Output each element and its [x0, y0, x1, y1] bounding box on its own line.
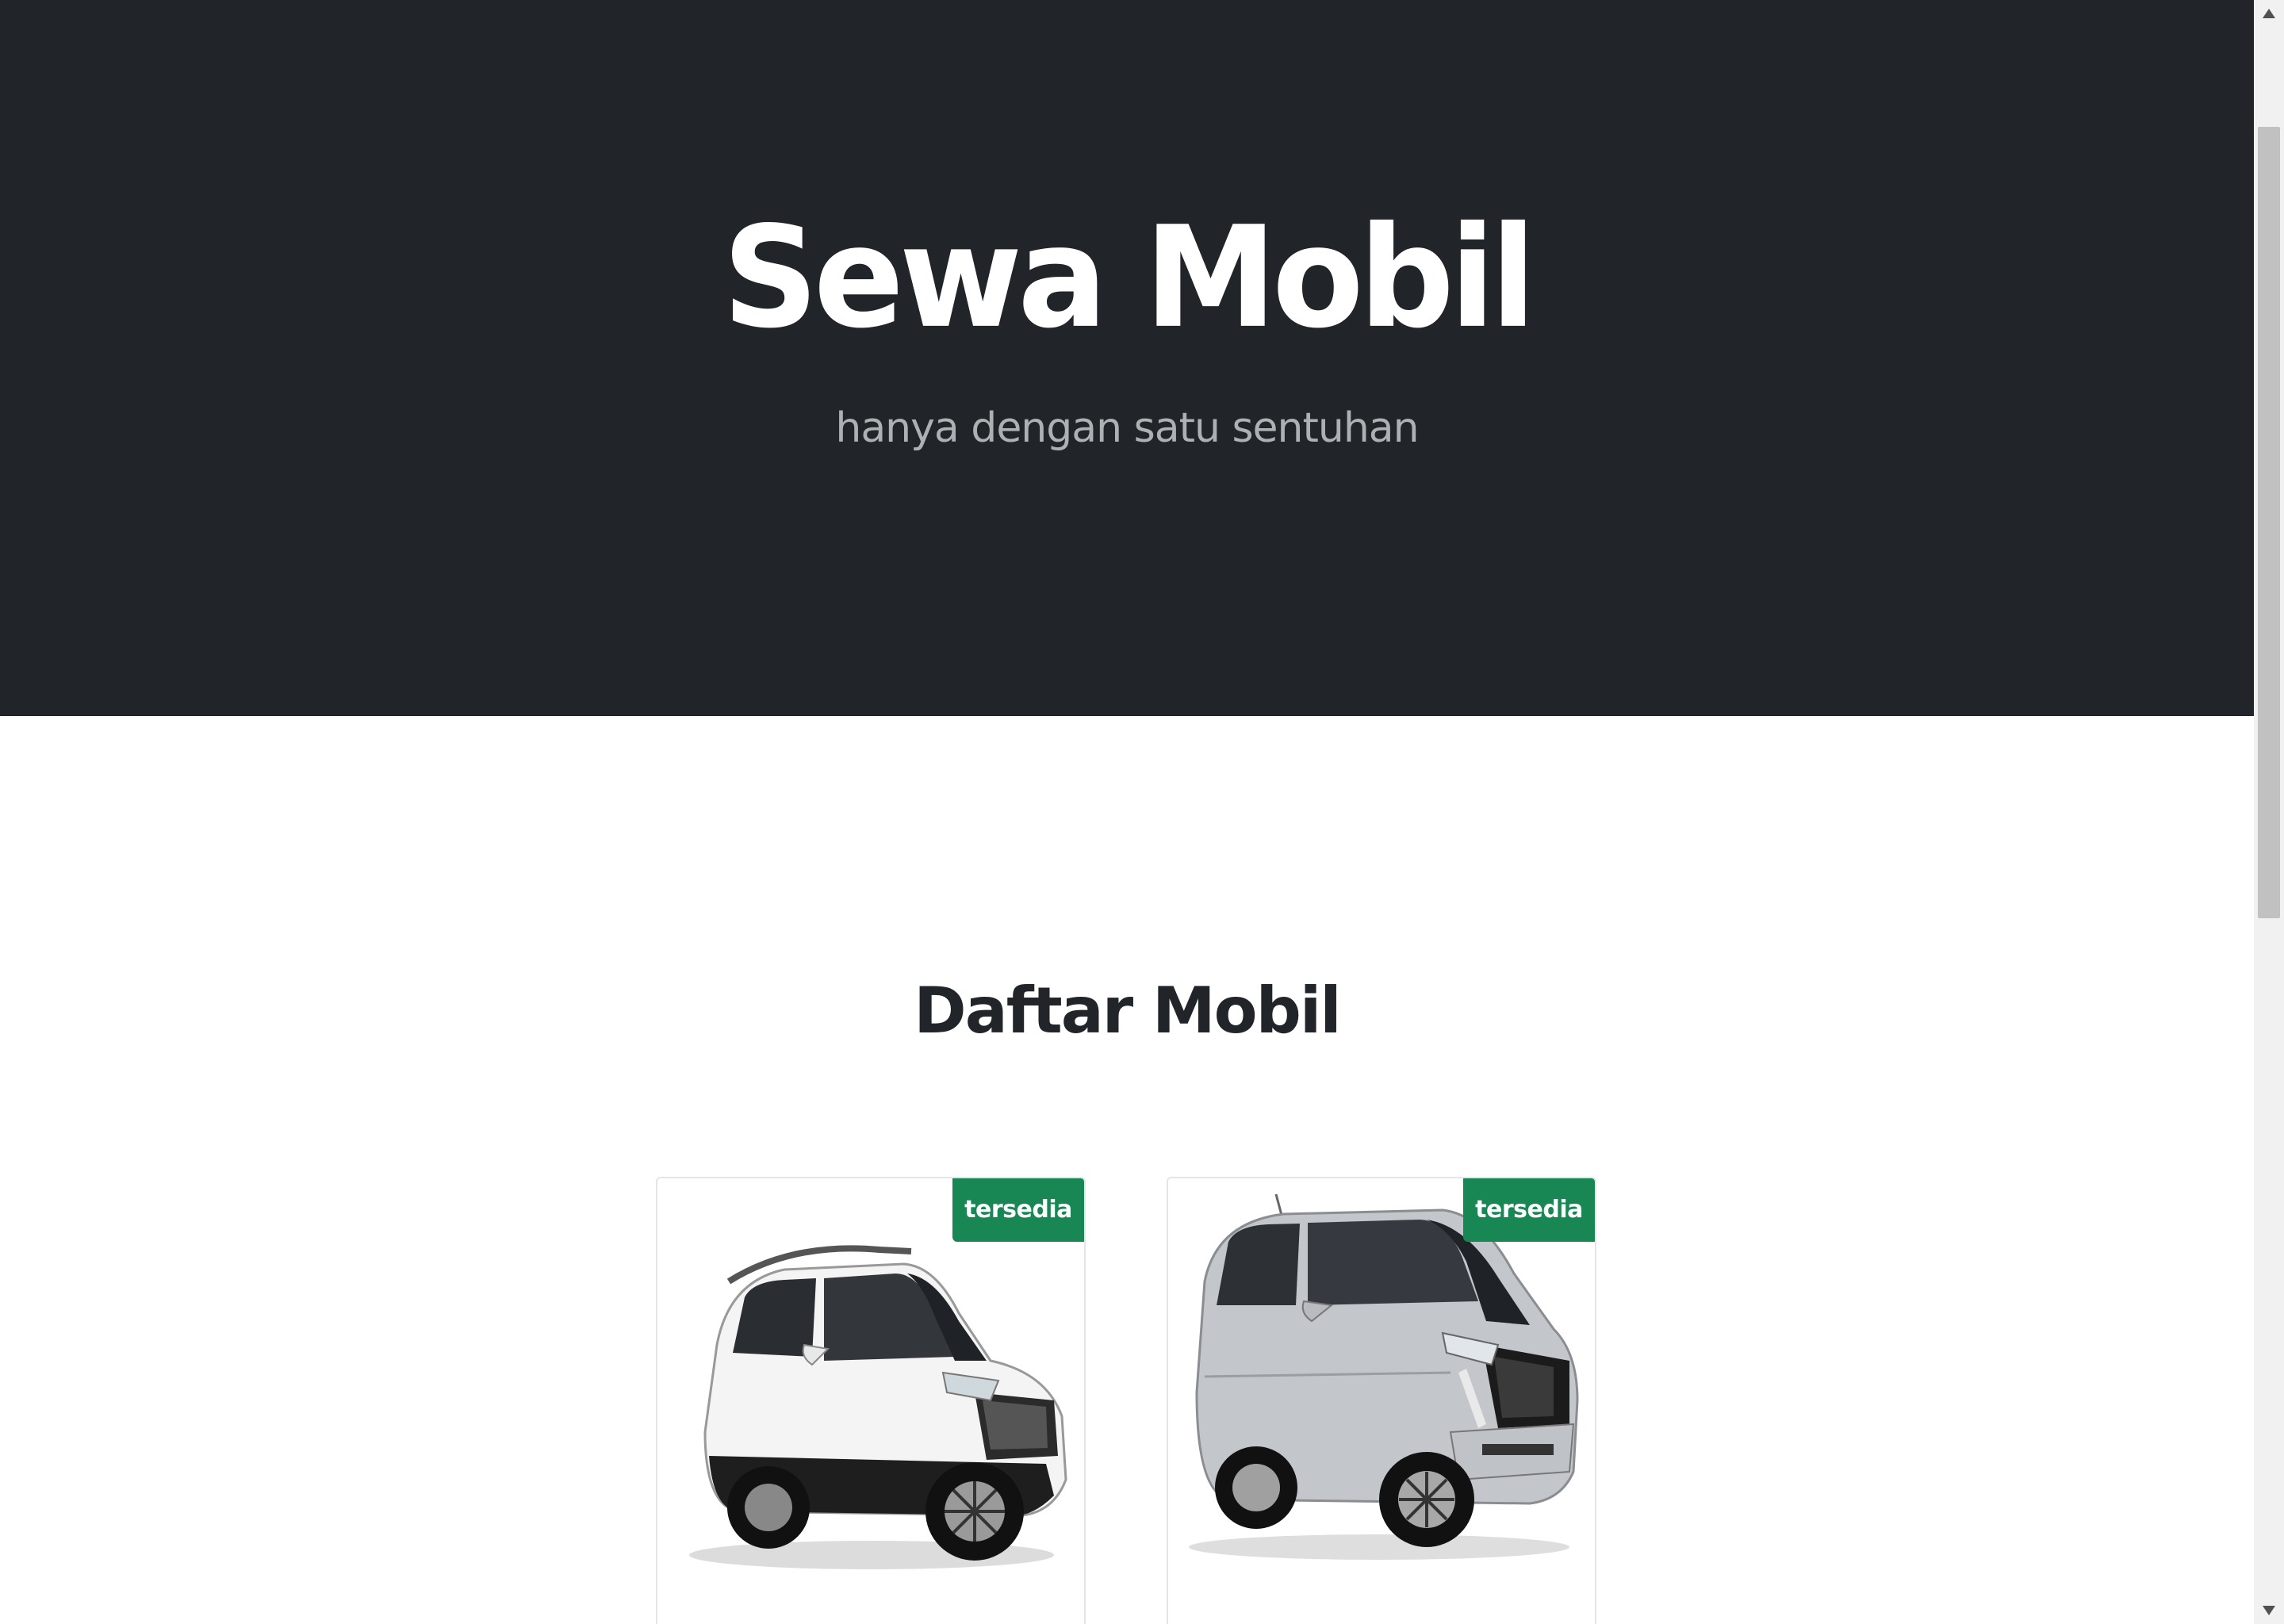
hero-subtitle: hanya dengan satu sentuhan: [835, 404, 1419, 452]
vertical-scrollbar[interactable]: [2254, 0, 2284, 1624]
scrollbar-thumb[interactable]: [2258, 127, 2280, 918]
scroll-down-arrow-icon[interactable]: [2254, 1597, 2284, 1624]
silver-mpv-car-image: [1189, 1193, 1579, 1560]
scroll-up-arrow-icon[interactable]: [2254, 0, 2284, 27]
car-list-title: Daftar Mobil: [914, 974, 1341, 1048]
hero-title: Sewa Mobil: [722, 196, 1536, 359]
car-card[interactable]: tersedia: [656, 1177, 1086, 1624]
status-badge: tersedia: [1463, 1178, 1595, 1242]
car-card[interactable]: tersedia: [1167, 1177, 1596, 1624]
page: Sewa Mobil hanya dengan satu sentuhan Da…: [0, 0, 2254, 1624]
white-suv-car-image: [689, 1245, 1067, 1569]
hero-section: Sewa Mobil hanya dengan satu sentuhan: [0, 0, 2254, 716]
status-badge: tersedia: [952, 1178, 1084, 1242]
